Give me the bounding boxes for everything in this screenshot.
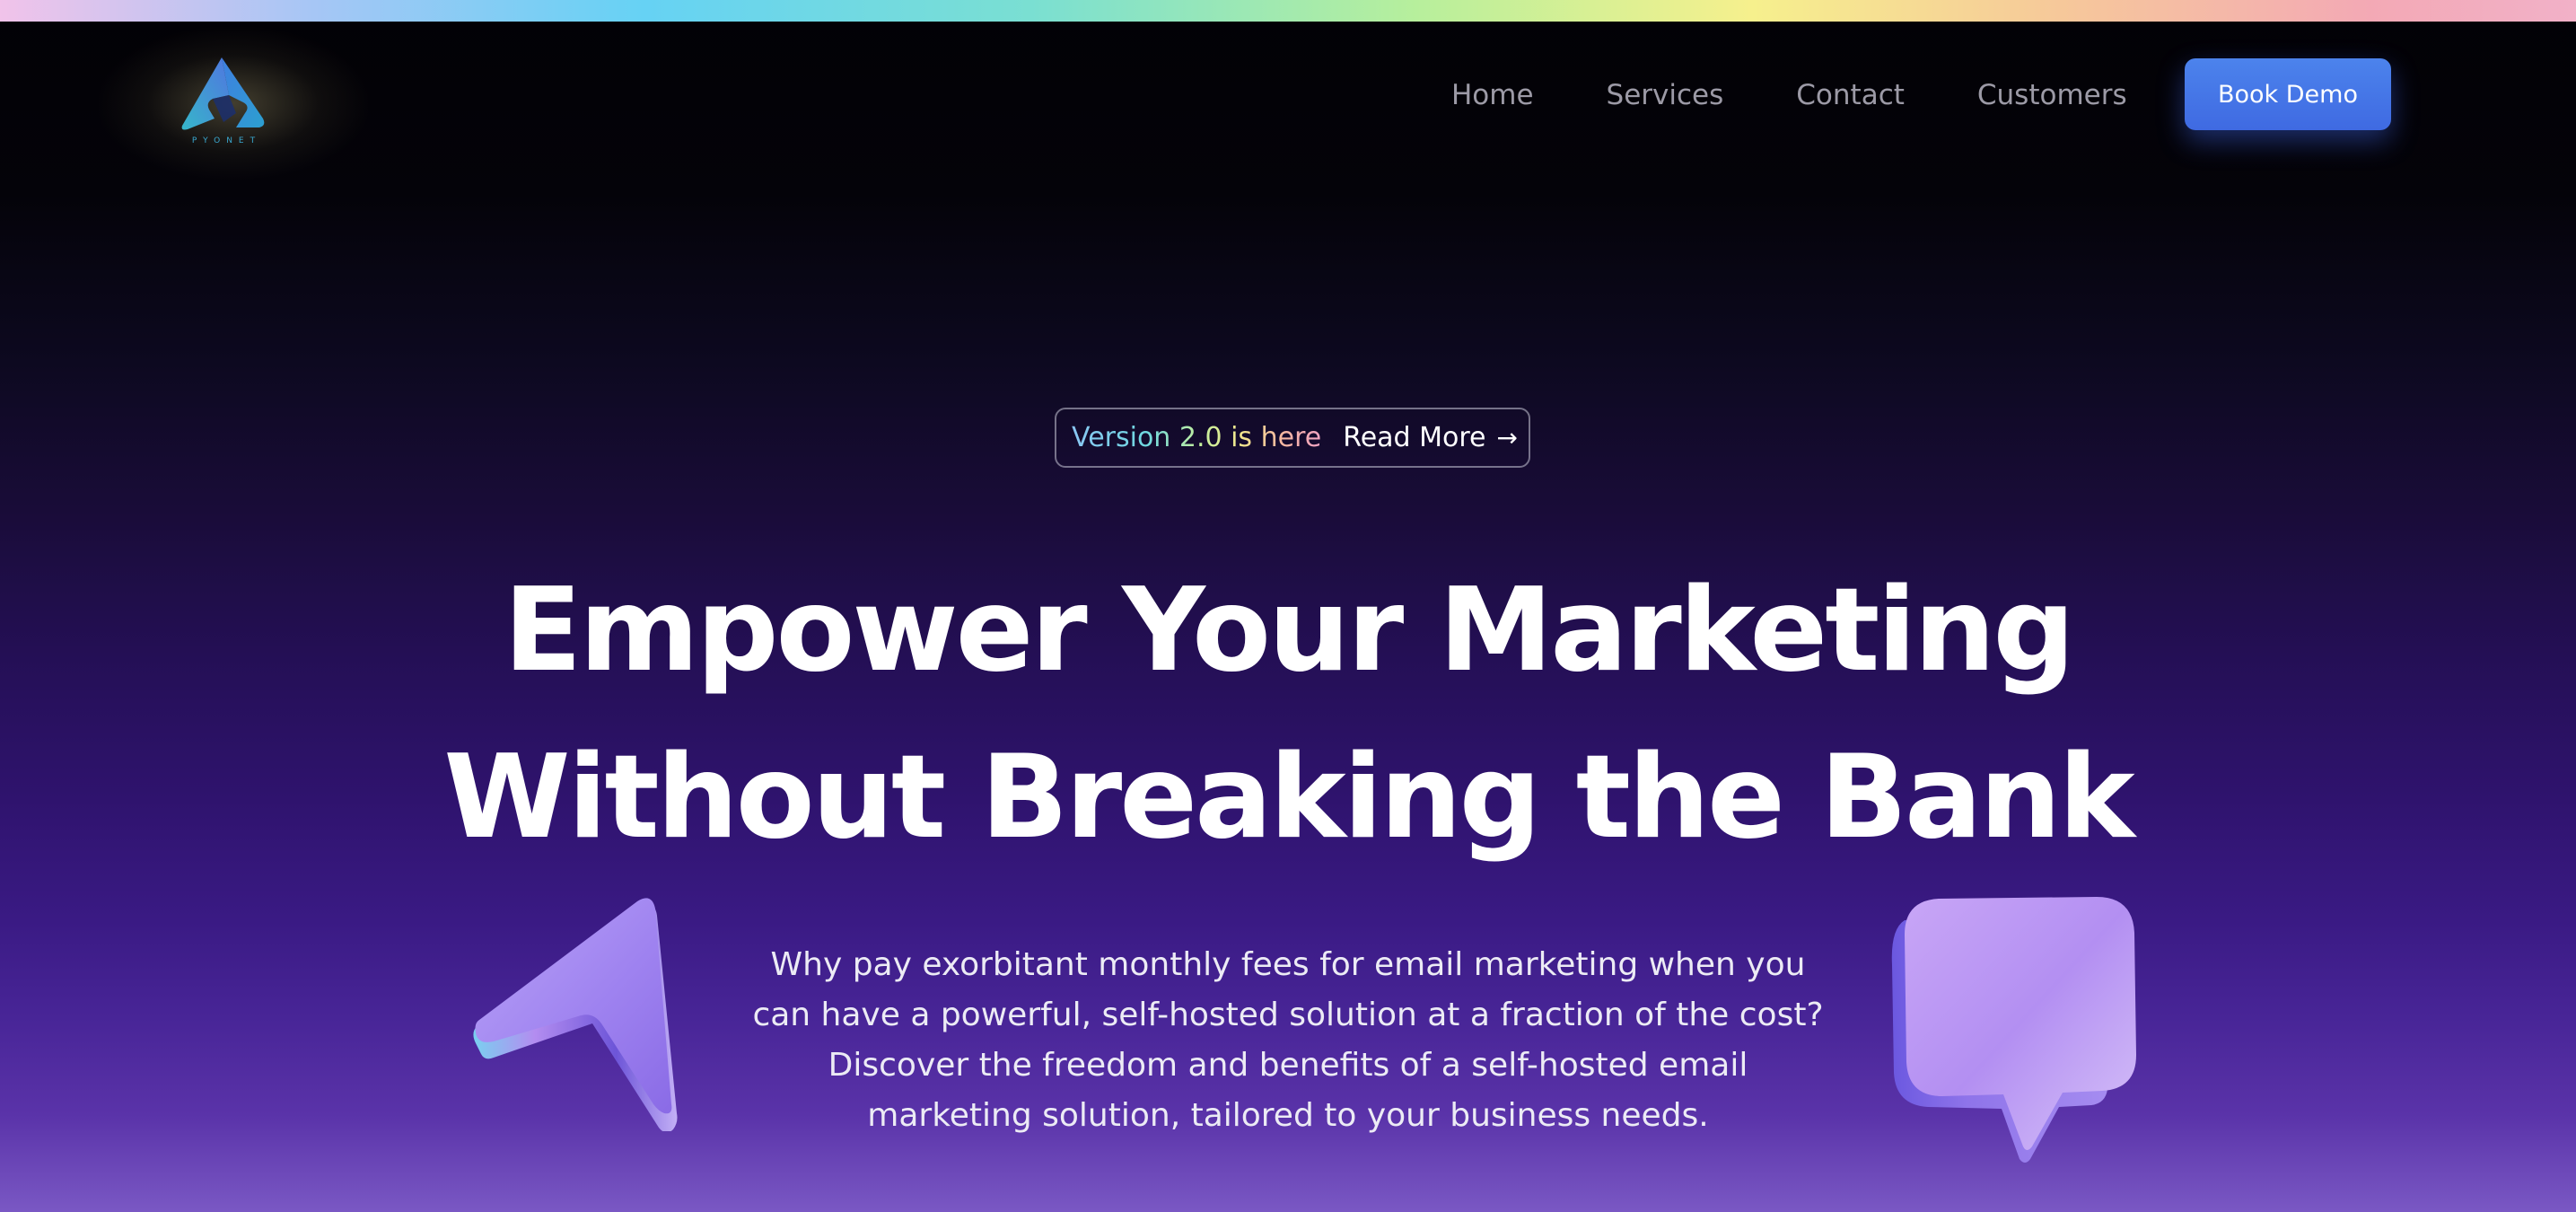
chat-bubble-icon bbox=[1891, 897, 2136, 1163]
gradient-top-bar bbox=[0, 0, 2576, 22]
nav-contact[interactable]: Contact bbox=[1796, 79, 1905, 111]
nav-home[interactable]: Home bbox=[1451, 79, 1534, 111]
logo-wordmark: PYONET bbox=[191, 136, 262, 145]
nav-customers[interactable]: Customers bbox=[1977, 79, 2127, 111]
headline-line-2: Without Breaking the Bank bbox=[443, 731, 2134, 865]
landing-page: PYONET Home Services Contact Customers B… bbox=[0, 0, 2576, 1212]
version-text: Version 2.0 is here bbox=[1072, 422, 1322, 453]
main-nav: Home Services Contact Customers bbox=[1451, 79, 2127, 111]
paper-plane-icon bbox=[473, 898, 678, 1131]
book-demo-button[interactable]: Book Demo bbox=[2185, 58, 2391, 130]
logo[interactable]: PYONET bbox=[173, 56, 274, 149]
headline-line-1: Empower Your Marketing bbox=[504, 564, 2075, 698]
version-badge[interactable]: Version 2.0 is here Read More → bbox=[1055, 408, 1530, 468]
nav-services[interactable]: Services bbox=[1607, 79, 1724, 111]
read-more-link[interactable]: Read More bbox=[1343, 422, 1485, 453]
logo-icon bbox=[181, 57, 265, 130]
hero-headline: Empower Your Marketing Without Breaking … bbox=[0, 548, 2576, 882]
hero-description: Why pay exorbitant monthly fees for emai… bbox=[752, 946, 1824, 1134]
arrow-right-icon: → bbox=[1496, 423, 1518, 452]
